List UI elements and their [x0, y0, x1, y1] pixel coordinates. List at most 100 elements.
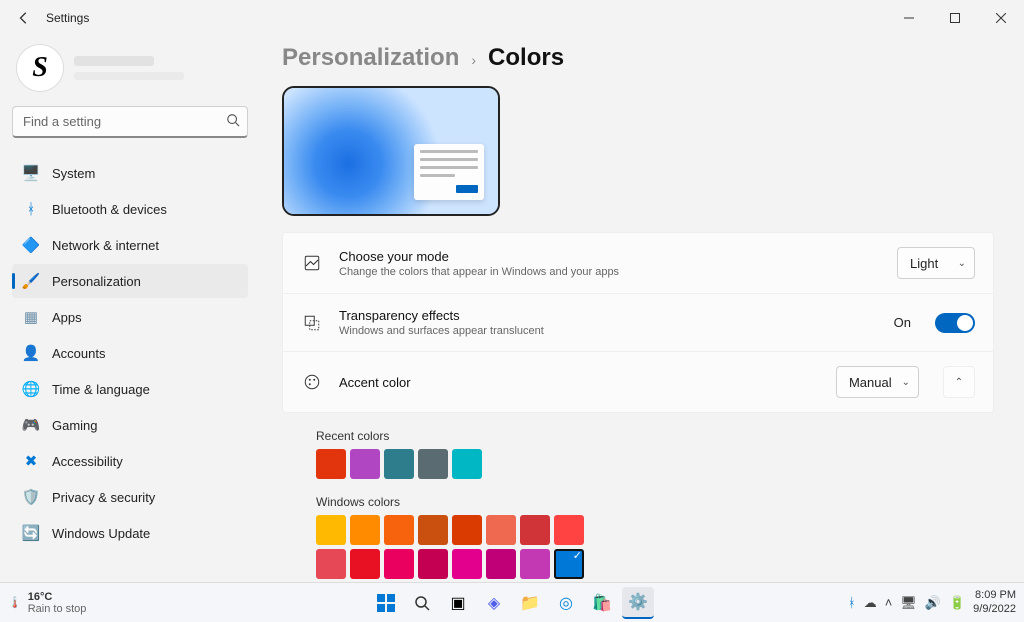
start-button[interactable]: [370, 587, 402, 619]
sidebar-item-accessibility[interactable]: ✖Accessibility: [12, 444, 248, 478]
sidebar-item-time-language[interactable]: 🌐Time & language: [12, 372, 248, 406]
color-swatch[interactable]: [350, 549, 380, 579]
chat-button[interactable]: ◈: [478, 587, 510, 619]
color-swatch[interactable]: [452, 549, 482, 579]
back-button[interactable]: [10, 4, 38, 32]
weather-desc: Rain to stop: [28, 603, 87, 615]
color-swatch[interactable]: [418, 549, 448, 579]
store-icon: 🛍️: [592, 593, 612, 613]
onedrive-icon[interactable]: ☁: [864, 595, 877, 611]
nav-label: Personalization: [52, 274, 141, 289]
breadcrumb: Personalization › Colors: [282, 44, 994, 72]
nav-icon: 🔄: [22, 524, 40, 542]
tray-chevron-icon[interactable]: ˄: [885, 595, 893, 610]
breadcrumb-separator: ›: [471, 52, 476, 68]
close-icon: [996, 13, 1006, 23]
accent-collapse-button[interactable]: ⌃: [943, 366, 975, 398]
close-button[interactable]: [978, 0, 1024, 36]
accent-dropdown[interactable]: Manual ⌄: [836, 366, 919, 398]
search-icon: [226, 113, 240, 132]
color-swatch[interactable]: [350, 449, 380, 479]
sidebar-item-bluetooth-devices[interactable]: ᚼ Bluetooth & devices: [12, 192, 248, 226]
volume-icon[interactable]: 🔊: [925, 595, 941, 611]
clock[interactable]: 8:09 PM 9/9/2022: [973, 589, 1016, 615]
color-swatch[interactable]: [418, 515, 448, 545]
breadcrumb-parent[interactable]: Personalization: [282, 44, 459, 72]
taskview-button[interactable]: ▣: [442, 587, 474, 619]
color-swatch[interactable]: [384, 549, 414, 579]
nav-label: Gaming: [52, 418, 98, 433]
edge-button[interactable]: ◎: [550, 587, 582, 619]
clock-date: 9/9/2022: [973, 603, 1016, 616]
nav-icon: 🌐: [22, 380, 40, 398]
choose-mode-row[interactable]: Choose your mode Change the colors that …: [283, 233, 993, 294]
color-swatch[interactable]: [384, 449, 414, 479]
edge-icon: ◎: [559, 593, 573, 613]
nav-label: Accounts: [52, 346, 105, 361]
search-icon: [414, 595, 430, 611]
color-swatch[interactable]: [554, 515, 584, 545]
weather-widget[interactable]: 🌡️ 16°C Rain to stop: [8, 591, 86, 615]
display-icon[interactable]: 🖥: [900, 595, 917, 611]
sidebar-item-privacy-security[interactable]: 🛡️Privacy & security: [12, 480, 248, 514]
minimize-button[interactable]: [886, 0, 932, 36]
color-swatch[interactable]: [520, 549, 550, 579]
bluetooth-icon[interactable]: ᚼ: [848, 595, 856, 610]
folder-icon: 📁: [520, 593, 540, 613]
accent-row[interactable]: Accent color Manual ⌄ ⌃: [283, 352, 993, 412]
sidebar: S 🖥️ System ᚼ Bluetooth & devices 🔷Network &…: [0, 36, 260, 582]
transparency-row[interactable]: Transparency effects Windows and surface…: [283, 294, 993, 352]
system-tray[interactable]: ᚼ ☁ ˄ 🖥 🔊 🔋 8:09 PM 9/9/2022: [848, 589, 1016, 615]
chevron-up-icon: ⌃: [955, 377, 963, 388]
nav-icon: ᚼ: [22, 200, 40, 218]
sidebar-item-apps[interactable]: ▦Apps: [12, 300, 248, 334]
nav-icon: 👤: [22, 344, 40, 362]
color-swatch[interactable]: [554, 549, 584, 579]
nav-label: Bluetooth & devices: [52, 202, 167, 217]
color-swatch[interactable]: [418, 449, 448, 479]
search-input[interactable]: [12, 106, 248, 138]
search-button[interactable]: [406, 587, 438, 619]
window-title: Settings: [46, 11, 89, 25]
taskbar: 🌡️ 16°C Rain to stop ▣ ◈ 📁 ◎ 🛍️ ⚙️ ᚼ ☁ ˄…: [0, 582, 1024, 622]
color-swatch[interactable]: [316, 549, 346, 579]
recent-colors-label: Recent colors: [316, 429, 994, 443]
sidebar-item-system[interactable]: 🖥️ System: [12, 156, 248, 190]
sidebar-item-accounts[interactable]: 👤 Accounts: [12, 336, 248, 370]
color-swatch[interactable]: [384, 515, 414, 545]
sidebar-item-gaming[interactable]: 🎮Gaming: [12, 408, 248, 442]
accent-value: Manual: [849, 375, 892, 390]
sidebar-item-windows-update[interactable]: 🔄 Windows Update: [12, 516, 248, 550]
color-swatch[interactable]: [350, 515, 380, 545]
sidebar-item-network-internet[interactable]: 🔷Network & internet: [12, 228, 248, 262]
weather-temp: 16°C: [28, 591, 87, 603]
nav-label: System: [52, 166, 95, 181]
maximize-button[interactable]: [932, 0, 978, 36]
window-controls: [886, 0, 1024, 36]
mode-sub: Change the colors that appear in Windows…: [339, 266, 881, 278]
mode-dropdown[interactable]: Light ⌄: [897, 247, 975, 279]
settings-button[interactable]: ⚙️: [622, 587, 654, 619]
explorer-button[interactable]: 📁: [514, 587, 546, 619]
profile-block[interactable]: S: [12, 36, 248, 106]
sidebar-item-personalization[interactable]: 🖌️Personalization: [12, 264, 248, 298]
weather-icon: 🌡️: [8, 596, 22, 609]
color-swatch[interactable]: [452, 515, 482, 545]
color-swatch[interactable]: [486, 549, 516, 579]
nav-icon: 🖥️: [22, 164, 40, 182]
brush-icon: [301, 254, 323, 272]
nav-icon: ✖: [22, 452, 40, 470]
color-swatch[interactable]: [520, 515, 550, 545]
color-swatch[interactable]: [452, 449, 482, 479]
nav-label: Windows Update: [52, 526, 150, 541]
color-swatch[interactable]: [316, 449, 346, 479]
color-swatch[interactable]: [486, 515, 516, 545]
maximize-icon: [950, 13, 960, 23]
palette-icon: [301, 373, 323, 391]
battery-icon[interactable]: 🔋: [949, 595, 965, 611]
minimize-icon: [904, 13, 914, 23]
color-swatch[interactable]: [316, 515, 346, 545]
preview-thumbnail: [282, 86, 500, 216]
transparency-toggle[interactable]: [935, 313, 975, 333]
store-button[interactable]: 🛍️: [586, 587, 618, 619]
